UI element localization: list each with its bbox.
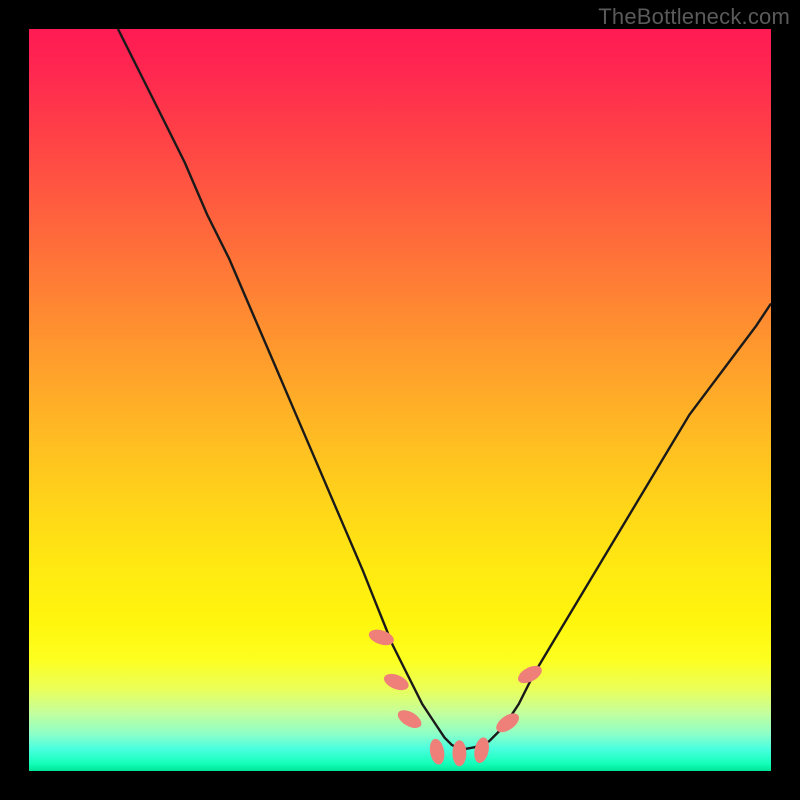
plot-area bbox=[29, 29, 771, 771]
curve-marker bbox=[472, 736, 491, 764]
curve-marker bbox=[428, 738, 446, 766]
curve-marker bbox=[452, 740, 466, 766]
bottleneck-curve bbox=[118, 29, 771, 749]
curve-layer bbox=[29, 29, 771, 771]
curve-marker bbox=[395, 707, 425, 732]
outer-frame: TheBottleneck.com bbox=[0, 0, 800, 800]
watermark-text: TheBottleneck.com bbox=[598, 4, 790, 30]
